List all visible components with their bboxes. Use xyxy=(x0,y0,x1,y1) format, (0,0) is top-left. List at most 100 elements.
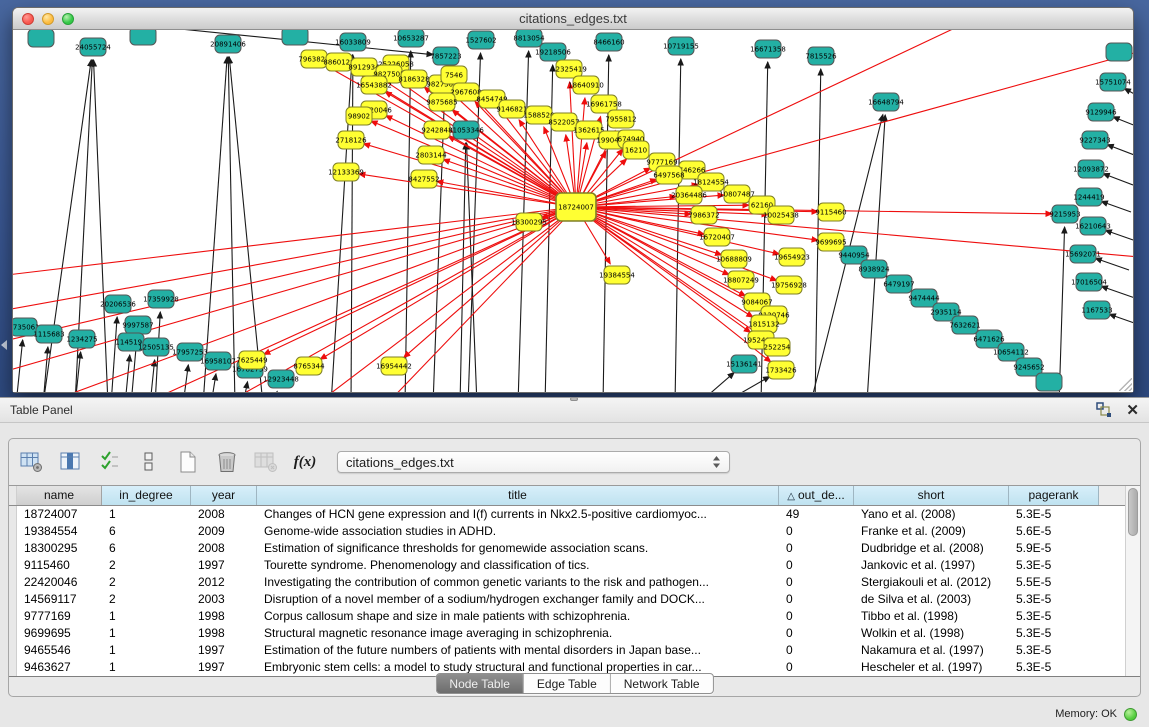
table-row[interactable]: 977716911998Corpus callosum shape and si… xyxy=(9,608,1140,625)
citation-network-graph[interactable]: 2405572420891406160338091065328715276027… xyxy=(13,30,1133,392)
graph-node[interactable]: 9699695 xyxy=(815,233,846,251)
graph-node[interactable]: 16954442 xyxy=(376,357,412,375)
graph-node[interactable]: 7955812 xyxy=(605,110,636,128)
graph-node[interactable]: 7546 xyxy=(441,66,467,84)
graph-node[interactable]: 16648794 xyxy=(868,93,904,111)
graph-node[interactable] xyxy=(1106,43,1132,61)
graph-node[interactable]: 9115460 xyxy=(815,203,846,221)
graph-node[interactable]: 1527602 xyxy=(465,31,496,49)
graph-node[interactable]: 24055724 xyxy=(75,38,111,56)
column-header-year[interactable]: year xyxy=(191,486,257,505)
graph-node[interactable]: 16671358 xyxy=(750,40,786,58)
graph-node[interactable]: 7815526 xyxy=(805,47,837,65)
graph-node[interactable]: 16958107 xyxy=(200,352,236,370)
import-table-button[interactable] xyxy=(253,450,279,474)
tab-node-table[interactable]: Node Table xyxy=(436,674,524,693)
graph-node[interactable]: 1244419 xyxy=(1073,188,1104,206)
window-resize-grip[interactable] xyxy=(1119,378,1132,391)
graph-node[interactable]: 18300295 xyxy=(511,213,547,231)
panel-collapse-arrow-icon[interactable] xyxy=(1,340,7,350)
function-builder-button[interactable]: f(x) xyxy=(292,450,318,474)
graph-node[interactable]: 9129946 xyxy=(1085,103,1117,121)
network-canvas[interactable]: 2405572420891406160338091065328715276027… xyxy=(13,30,1133,392)
graph-node[interactable]: 2803144 xyxy=(415,146,447,164)
table-row[interactable]: 946554611997Estimation of the future num… xyxy=(9,642,1140,659)
graph-node[interactable]: 9215953 xyxy=(1049,205,1080,223)
graph-node[interactable]: 20891406 xyxy=(210,35,246,53)
scrollbar-thumb[interactable] xyxy=(1128,488,1138,536)
minimize-window-button[interactable] xyxy=(42,13,54,25)
graph-node[interactable]: 18807249 xyxy=(723,271,759,289)
graph-node[interactable]: 10719155 xyxy=(663,37,699,55)
graph-node[interactable] xyxy=(28,30,54,47)
graph-node[interactable]: 252254 xyxy=(764,338,791,356)
graph-node[interactable]: 21053346 xyxy=(448,121,484,139)
graph-node[interactable]: 6479197 xyxy=(883,275,914,293)
table-row[interactable]: 969969511998Structural magnetic resonanc… xyxy=(9,625,1140,642)
graph-node[interactable]: 9875685 xyxy=(426,93,457,111)
graph-node[interactable] xyxy=(1036,373,1062,391)
table-row[interactable]: 1830029562008Estimation of significance … xyxy=(9,540,1140,557)
graph-node[interactable] xyxy=(282,30,308,45)
new-column-button[interactable] xyxy=(175,450,201,474)
graph-node[interactable]: 19654923 xyxy=(774,248,810,266)
column-header-short[interactable]: short xyxy=(854,486,1009,505)
graph-node[interactable]: 6497568 xyxy=(653,166,684,184)
vertical-scrollbar[interactable] xyxy=(1125,486,1140,676)
graph-node[interactable]: 17016504 xyxy=(1071,273,1107,291)
graph-node[interactable]: 1115683 xyxy=(33,325,64,343)
column-header-title[interactable]: title xyxy=(257,486,779,505)
graph-node[interactable]: 7857223 xyxy=(430,47,461,65)
row-height-button[interactable] xyxy=(136,450,162,474)
table-selector-dropdown[interactable]: citations_edges.txt xyxy=(337,451,730,473)
graph-node[interactable]: 12133369 xyxy=(328,163,364,181)
graph-node[interactable]: 12325419 xyxy=(551,60,587,78)
table-row[interactable]: 1938455462009Genome-wide association stu… xyxy=(9,523,1140,540)
column-header-pagerank[interactable]: pagerank xyxy=(1009,486,1099,505)
graph-node[interactable]: 15136141 xyxy=(726,355,762,373)
graph-node[interactable]: 8186328 xyxy=(398,70,429,88)
show-columns-button[interactable] xyxy=(58,450,84,474)
tab-network-table[interactable]: Network Table xyxy=(611,674,713,693)
graph-node[interactable]: 18640910 xyxy=(568,76,604,94)
graph-node[interactable] xyxy=(130,30,156,45)
graph-node[interactable]: 16543882 xyxy=(356,76,392,94)
graph-node[interactable]: 16210 xyxy=(623,141,649,159)
graph-node[interactable]: 12923448 xyxy=(263,370,299,388)
graph-node[interactable]: 16033809 xyxy=(335,33,371,51)
column-header-out-de[interactable]: △out_de... xyxy=(779,486,854,505)
graph-node[interactable]: 1815132 xyxy=(748,315,779,333)
graph-node[interactable]: 19384554 xyxy=(599,266,635,284)
graph-node[interactable]: 2718126 xyxy=(335,131,367,149)
column-header-name[interactable]: name xyxy=(17,486,102,505)
delete-table-button[interactable] xyxy=(214,450,240,474)
graph-node[interactable]: 9227343 xyxy=(1079,131,1110,149)
graph-node[interactable]: 8813054 xyxy=(513,30,545,47)
graph-node[interactable]: 15692071 xyxy=(1065,245,1101,263)
graph-node[interactable]: 10688809 xyxy=(716,250,752,268)
graph-node[interactable]: 19218506 xyxy=(535,43,571,61)
float-panel-icon[interactable] xyxy=(1096,402,1112,418)
graph-node[interactable]: 1733426 xyxy=(765,361,797,379)
graph-node[interactable]: 20364486 xyxy=(671,186,707,204)
window-titlebar[interactable]: citations_edges.txt xyxy=(13,8,1133,30)
table-row[interactable]: 1456911722003Disruption of a novel membe… xyxy=(9,591,1140,608)
graph-node[interactable]: 10653287 xyxy=(393,30,429,47)
hub-node[interactable]: 18724007 xyxy=(556,193,596,221)
graph-node[interactable]: 8427552 xyxy=(408,170,439,188)
table-settings-button[interactable] xyxy=(19,450,45,474)
select-all-button[interactable] xyxy=(97,450,123,474)
graph-node[interactable]: 8938924 xyxy=(858,260,890,278)
graph-node[interactable]: 12093872 xyxy=(1073,160,1109,178)
graph-node[interactable]: 12505135 xyxy=(138,338,174,356)
table-row[interactable]: 2242004622012Investigating the contribut… xyxy=(9,574,1140,591)
graph-node[interactable]: 98902 xyxy=(346,107,372,125)
graph-node[interactable]: 7625449 xyxy=(236,351,267,369)
graph-node[interactable]: 16720407 xyxy=(699,228,735,246)
graph-node[interactable]: 8466160 xyxy=(593,33,624,51)
graph-node[interactable]: 8765344 xyxy=(293,357,325,375)
zoom-window-button[interactable] xyxy=(62,13,74,25)
table-row[interactable]: 911546021997Tourette syndrome. Phenomeno… xyxy=(9,557,1140,574)
split-pane-grabber[interactable] xyxy=(570,397,578,401)
graph-node[interactable]: 19756928 xyxy=(771,276,807,294)
